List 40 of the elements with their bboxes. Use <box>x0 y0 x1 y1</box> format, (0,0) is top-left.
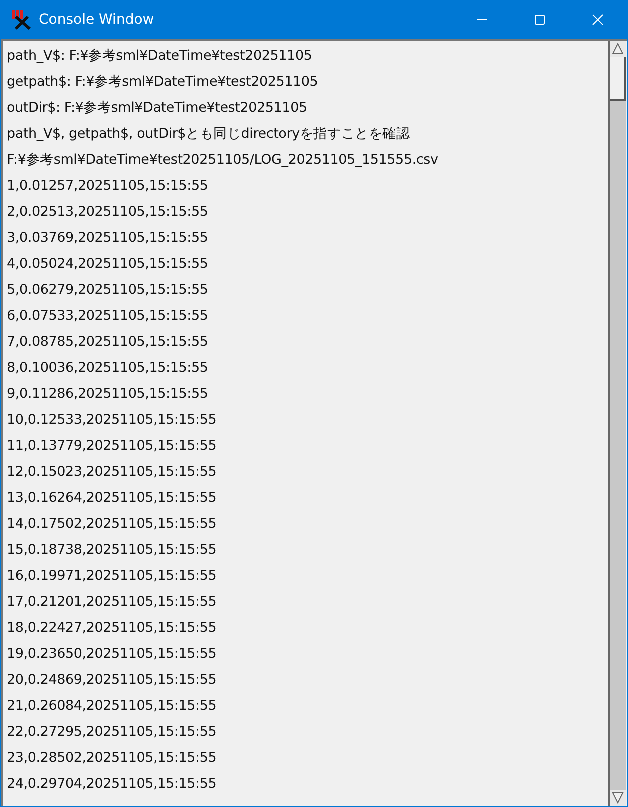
console-line: 10,0.12533,20251105,15:15:55 <box>7 411 218 430</box>
console-line: getpath$: F:¥参考sml¥DateTime¥test20251105 <box>7 73 320 92</box>
console-line: 9,0.11286,20251105,15:15:55 <box>7 385 210 404</box>
console-line: 2,0.02513,20251105,15:15:55 <box>7 203 210 222</box>
console-line: 6,0.07533,20251105,15:15:55 <box>7 307 210 326</box>
console-line: 24,0.29704,20251105,15:15:55 <box>7 775 218 794</box>
console-line: 14,0.17502,20251105,15:15:55 <box>7 515 218 534</box>
scrollbar[interactable] <box>608 41 626 806</box>
console-line: 22,0.27295,20251105,15:15:55 <box>7 723 218 742</box>
scroll-up-button[interactable] <box>610 41 626 57</box>
console-line: 11,0.13779,20251105,15:15:55 <box>7 437 218 456</box>
window-title: Console Window <box>39 12 154 28</box>
console-line: 5,0.06279,20251105,15:15:55 <box>7 281 210 300</box>
console-line: 20,0.24869,20251105,15:15:55 <box>7 671 218 690</box>
console-line: 3,0.03769,20251105,15:15:55 <box>7 229 210 248</box>
console-line: F:¥参考sml¥DateTime¥test20251105/LOG_20251105_151555.csv <box>7 151 440 170</box>
console-line: 1,0.01257,20251105,15:15:55 <box>7 177 210 196</box>
console-line: 16,0.19971,20251105,15:15:55 <box>7 567 218 586</box>
console-line: path_V$: F:¥参考sml¥DateTime¥test20251105 <box>7 47 314 66</box>
console-line: 19,0.23650,20251105,15:15:55 <box>7 645 218 664</box>
console-line: path_V$, getpath$, outDir$とも同じdirectoryを指すことを確認 <box>7 125 412 144</box>
console-line: 12,0.15023,20251105,15:15:55 <box>7 463 218 482</box>
console-line: 15,0.18738,20251105,15:15:55 <box>7 541 218 560</box>
console-line: 17,0.21201,20251105,15:15:55 <box>7 593 218 612</box>
scroll-thumb[interactable] <box>610 57 626 101</box>
console-line: 7,0.08785,20251105,15:15:55 <box>7 333 210 352</box>
minimize-icon <box>477 18 487 20</box>
scroll-down-button[interactable] <box>610 790 626 806</box>
console-line: 4,0.05024,20251105,15:15:55 <box>7 255 210 274</box>
console-line: 13,0.16264,20251105,15:15:55 <box>7 489 218 508</box>
close-icon <box>592 14 604 26</box>
console-line: 8,0.10036,20251105,15:15:55 <box>7 359 210 378</box>
console-line: 21,0.26084,20251105,15:15:55 <box>7 697 218 716</box>
up-arrow-icon <box>612 43 624 55</box>
maximize-icon <box>534 14 546 26</box>
console-line: outDir$: F:¥参考sml¥DateTime¥test20251105 <box>7 99 308 118</box>
app-icon <box>10 8 32 30</box>
console-line: 18,0.22427,20251105,15:15:55 <box>7 619 218 638</box>
console-line: 23,0.28502,20251105,15:15:55 <box>7 749 218 768</box>
down-arrow-icon <box>612 792 624 804</box>
